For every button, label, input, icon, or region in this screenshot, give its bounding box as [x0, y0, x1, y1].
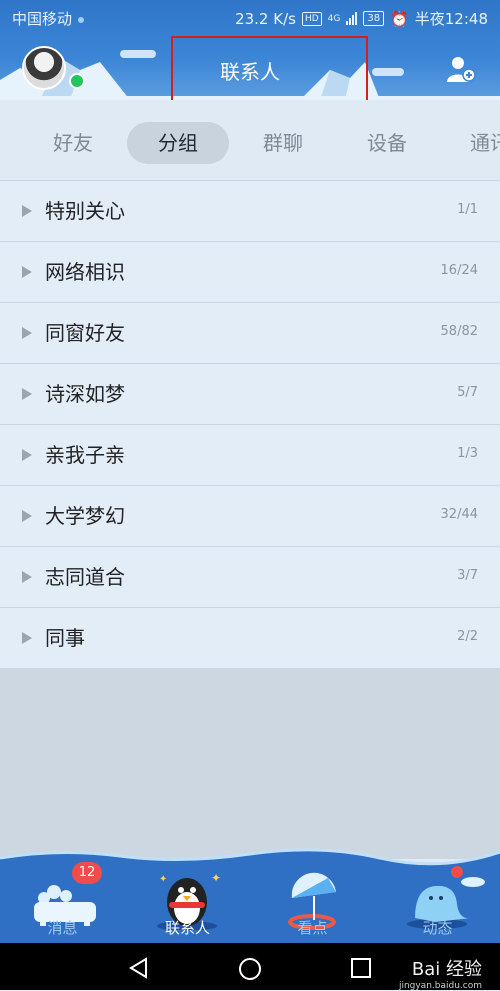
unread-badge: 12	[72, 862, 102, 884]
group-row[interactable]: 同事 2/2	[0, 608, 500, 669]
watermark-text: Bai 经验	[411, 959, 482, 980]
group-name: 亲我子亲	[45, 443, 125, 467]
nav-messages[interactable]: 12 消息	[0, 848, 125, 943]
signal-icon	[346, 12, 358, 25]
group-count: 32/44	[440, 507, 478, 522]
nav-label: 动态	[422, 919, 453, 937]
svg-text:✦: ✦	[211, 871, 221, 885]
group-row[interactable]: 诗深如梦 5/7	[0, 364, 500, 425]
group-row[interactable]: 亲我子亲 1/3	[0, 425, 500, 486]
group-row[interactable]: 特别关心 1/1	[0, 181, 500, 242]
expand-arrow-icon	[22, 571, 32, 583]
group-row[interactable]: 同窗好友 58/82	[0, 303, 500, 364]
network-speed: 23.2 K/s	[235, 9, 296, 28]
expand-arrow-icon	[22, 510, 32, 522]
alarm-icon: ⏰	[390, 9, 409, 28]
expand-arrow-icon	[22, 205, 32, 217]
back-icon[interactable]	[128, 957, 150, 979]
expand-arrow-icon	[22, 327, 32, 339]
nav-watch[interactable]: 看点	[250, 848, 375, 943]
list-empty-area	[0, 669, 500, 859]
nav-contacts[interactable]: ✦ ✦ 联系人	[125, 848, 250, 943]
group-count: 1/3	[457, 446, 478, 461]
group-row[interactable]: 志同道合 3/7	[0, 547, 500, 608]
group-name: 志同道合	[45, 565, 125, 589]
carrier-label: 中国移动	[12, 10, 73, 28]
group-name: 同窗好友	[45, 321, 125, 345]
tab-group-chats[interactable]: 群聊	[240, 122, 326, 164]
tab-devices[interactable]: 设备	[344, 122, 430, 164]
group-row[interactable]: 网络相识 16/24	[0, 242, 500, 303]
network-type: 4G	[327, 13, 341, 24]
nav-feed[interactable]: 动态	[375, 848, 500, 943]
group-name: 特别关心	[45, 199, 125, 223]
network-dot-icon	[78, 16, 85, 23]
cloud-icon	[372, 68, 404, 76]
group-count: 5/7	[457, 385, 478, 400]
group-count: 1/1	[457, 202, 478, 217]
group-list: 特别关心 1/1 网络相识 16/24 同窗好友 58/82 诗深如梦 5/7 …	[0, 181, 500, 669]
bottom-navigation: 12 消息 ✦ ✦ 联系人 看点 动态	[0, 848, 500, 943]
status-bar: 中国移动 23.2 K/s HD 4G 38 ⏰ 半夜12:48	[0, 0, 500, 34]
group-name: 网络相识	[45, 260, 125, 284]
group-name: 同事	[45, 626, 85, 650]
recents-icon[interactable]	[350, 957, 372, 979]
group-name: 大学梦幻	[45, 504, 125, 528]
home-icon[interactable]	[238, 957, 262, 981]
group-row[interactable]: 大学梦幻 32/44	[0, 486, 500, 547]
tab-address-book[interactable]: 通讯	[450, 122, 500, 164]
battery-icon: 38	[363, 11, 385, 26]
online-status-icon	[69, 73, 85, 89]
group-count: 3/7	[457, 568, 478, 583]
hd-icon: HD	[301, 11, 322, 26]
avatar[interactable]	[22, 46, 66, 90]
watermark: Bai 经验 jingyan.baidu.com	[399, 955, 482, 991]
tab-groups[interactable]: 分组	[127, 122, 229, 164]
nav-label: 看点	[297, 919, 328, 937]
group-count: 2/2	[457, 629, 478, 644]
expand-arrow-icon	[22, 449, 32, 461]
group-name: 诗深如梦	[45, 382, 125, 406]
expand-arrow-icon	[22, 266, 32, 278]
clock: 半夜12:48	[414, 10, 488, 28]
system-navigation-bar: Bai 经验 jingyan.baidu.com	[0, 943, 500, 991]
svg-text:✦: ✦	[159, 874, 167, 885]
nav-label: 消息	[47, 919, 78, 937]
add-contact-icon[interactable]	[446, 54, 476, 84]
group-count: 58/82	[440, 324, 478, 339]
expand-arrow-icon	[22, 388, 32, 400]
nav-label: 联系人	[164, 919, 210, 937]
tab-bar: 好友 分组 群聊 设备 通讯	[0, 100, 500, 181]
cloud-icon	[120, 50, 156, 58]
tab-friends[interactable]: 好友	[30, 122, 116, 164]
group-count: 16/24	[440, 263, 478, 278]
expand-arrow-icon	[22, 632, 32, 644]
